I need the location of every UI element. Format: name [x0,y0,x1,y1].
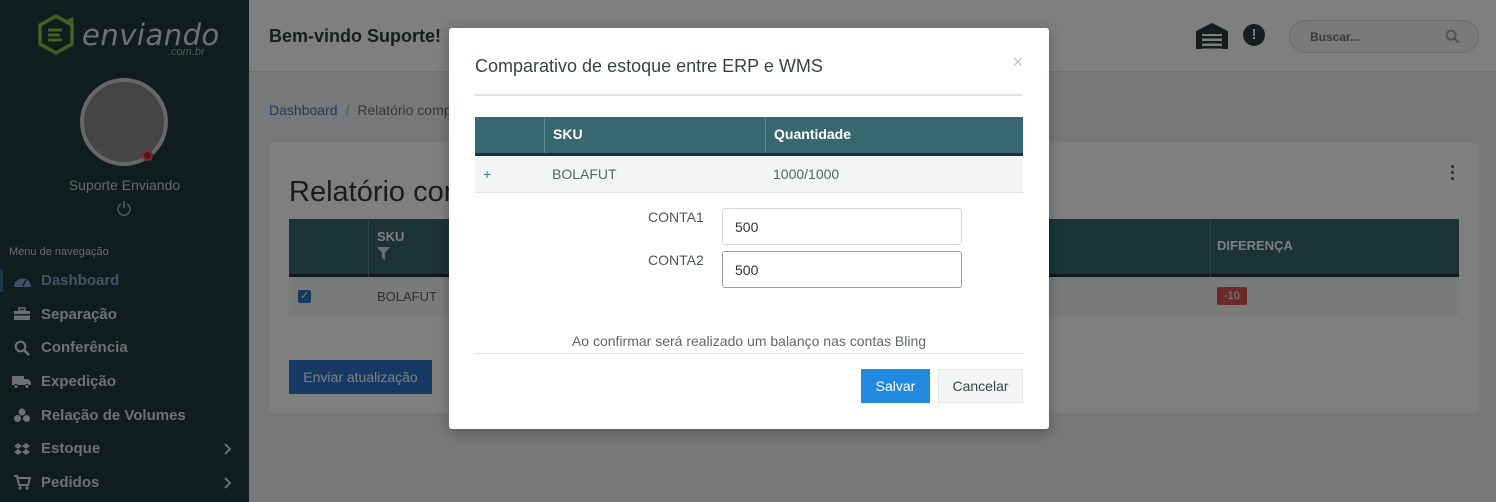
conta2-label: CONTA2 [648,252,704,268]
row-quantidade: 1000/1000 [773,166,840,182]
conta1-label: CONTA1 [648,209,704,225]
row-sku: BOLAFUT [552,166,617,182]
column-header-quantidade: Quantidade [774,126,852,142]
close-icon[interactable]: × [1012,52,1023,73]
confirm-note: Ao confirmar será realizado um balanço n… [571,333,927,349]
modal-title: Comparativo de estoque entre ERP e WMS [475,56,823,76]
footer-divider [475,353,1023,354]
conta2-input[interactable] [722,251,962,288]
column-header-expand [475,117,545,153]
expand-row-button[interactable]: + [483,166,491,182]
save-button[interactable]: Salvar [861,369,930,403]
conta1-input[interactable] [722,208,962,245]
comparison-table: SKU Quantidade + BOLAFUT 1000/1000 [475,117,1023,193]
cancel-button[interactable]: Cancelar [938,369,1023,403]
table-row[interactable]: + BOLAFUT 1000/1000 [475,156,1023,193]
modal-divider [475,94,1023,96]
table-header: SKU Quantidade [475,117,1023,156]
stock-comparison-modal: Comparativo de estoque entre ERP e WMS ×… [449,28,1049,429]
column-header-sku: SKU [544,117,766,153]
